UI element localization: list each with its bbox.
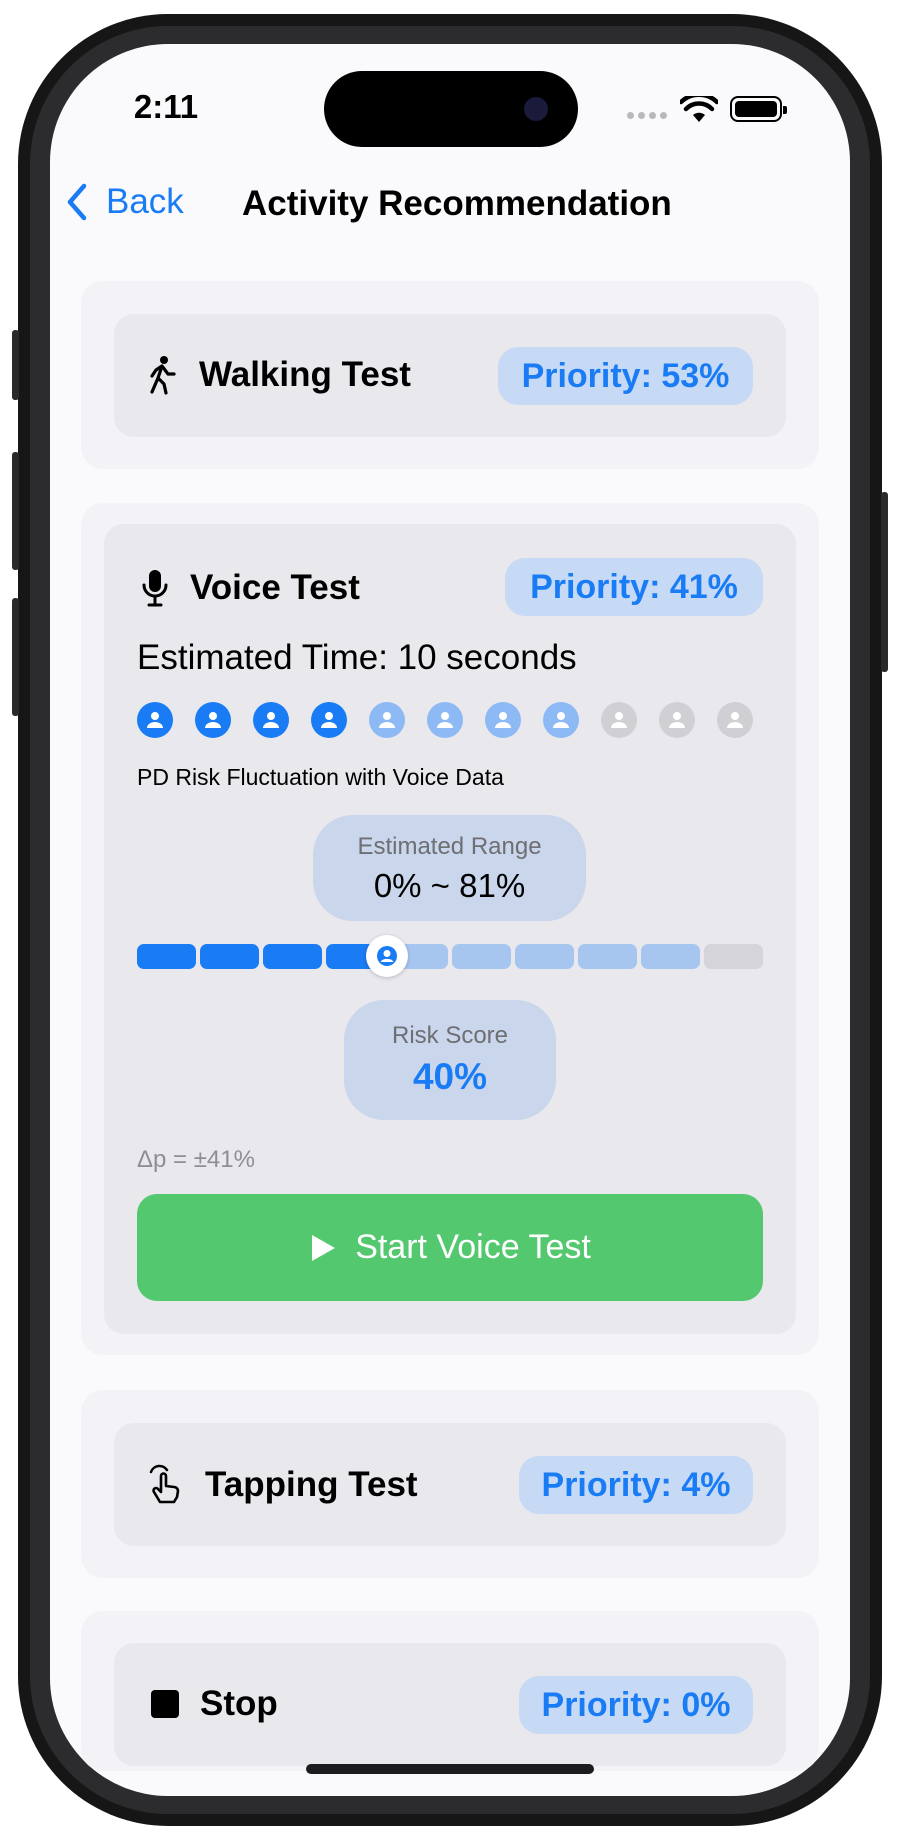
chevron-left-icon	[67, 183, 87, 221]
walking-priority-badge: Priority: 53%	[498, 347, 753, 405]
risk-score-label: Risk Score	[391, 1022, 509, 1049]
person-dot-icon	[253, 702, 289, 738]
range-segment	[515, 944, 574, 969]
stop-title: Stop	[150, 1684, 278, 1724]
risk-score-pill: Risk Score 40%	[344, 1000, 556, 1120]
pd-risk-label: PD Risk Fluctuation with Voice Data	[137, 764, 504, 790]
voice-test-title: Voice Test	[140, 568, 360, 608]
start-voice-test-label: Start Voice Test	[355, 1228, 591, 1266]
person-dot-icon	[601, 702, 637, 738]
cellular-signal-icon	[627, 112, 667, 119]
volume-up-button	[12, 452, 19, 570]
voice-test-label: Voice Test	[190, 568, 360, 607]
power-button	[881, 492, 888, 672]
tapping-priority-badge: Priority: 4%	[519, 1456, 753, 1514]
wifi-icon	[680, 96, 718, 122]
stop-priority-badge: Priority: 0%	[519, 1676, 753, 1734]
home-indicator[interactable]	[306, 1764, 594, 1774]
range-segment	[263, 944, 322, 969]
start-voice-test-button[interactable]: Start Voice Test	[137, 1194, 763, 1301]
range-segment	[704, 944, 763, 969]
estimated-time: Estimated Time: 10 seconds	[137, 638, 577, 677]
voice-priority-badge: Priority: 41%	[505, 558, 763, 616]
person-dot-icon	[137, 702, 173, 738]
action-button	[12, 330, 19, 400]
tapping-hand-icon	[147, 1464, 185, 1506]
play-icon	[312, 1234, 336, 1261]
status-time: 2:11	[133, 88, 199, 125]
person-dot-icon	[195, 702, 231, 738]
walking-person-icon	[147, 355, 179, 395]
volume-down-button	[12, 598, 19, 716]
range-segment	[641, 944, 700, 969]
person-dot-icon	[427, 702, 463, 738]
range-segment	[452, 944, 511, 969]
tapping-test-title: Tapping Test	[147, 1464, 418, 1506]
stop-label: Stop	[200, 1684, 278, 1723]
battery-icon	[730, 96, 787, 122]
people-dots	[137, 702, 753, 738]
microphone-icon	[140, 568, 170, 608]
delta-text: Δp = ±41%	[137, 1146, 255, 1173]
range-segment	[578, 944, 637, 969]
range-segment	[200, 944, 259, 969]
risk-marker	[366, 935, 408, 977]
person-dot-icon	[369, 702, 405, 738]
range-segment	[137, 944, 196, 969]
back-button[interactable]: Back	[66, 182, 184, 222]
walking-test-title: Walking Test	[147, 355, 411, 395]
person-icon	[377, 946, 397, 966]
person-dot-icon	[543, 702, 579, 738]
estimated-range-label: Estimated Range	[357, 833, 542, 860]
tapping-test-label: Tapping Test	[205, 1465, 418, 1504]
person-dot-icon	[659, 702, 695, 738]
person-dot-icon	[717, 702, 753, 738]
person-dot-icon	[311, 702, 347, 738]
page-title: Activity Recommendation	[242, 184, 672, 223]
back-label: Back	[106, 182, 184, 221]
risk-score-value: 40%	[412, 1056, 488, 1097]
estimated-range-value: 0% ~ 81%	[373, 867, 526, 904]
dynamic-island	[324, 71, 578, 147]
walking-test-label: Walking Test	[199, 355, 411, 394]
range-bar	[137, 944, 763, 969]
estimated-range-pill: Estimated Range 0% ~ 81%	[313, 815, 586, 921]
camera-icon	[524, 97, 548, 121]
stop-square-icon	[150, 1689, 180, 1719]
person-dot-icon	[485, 702, 521, 738]
